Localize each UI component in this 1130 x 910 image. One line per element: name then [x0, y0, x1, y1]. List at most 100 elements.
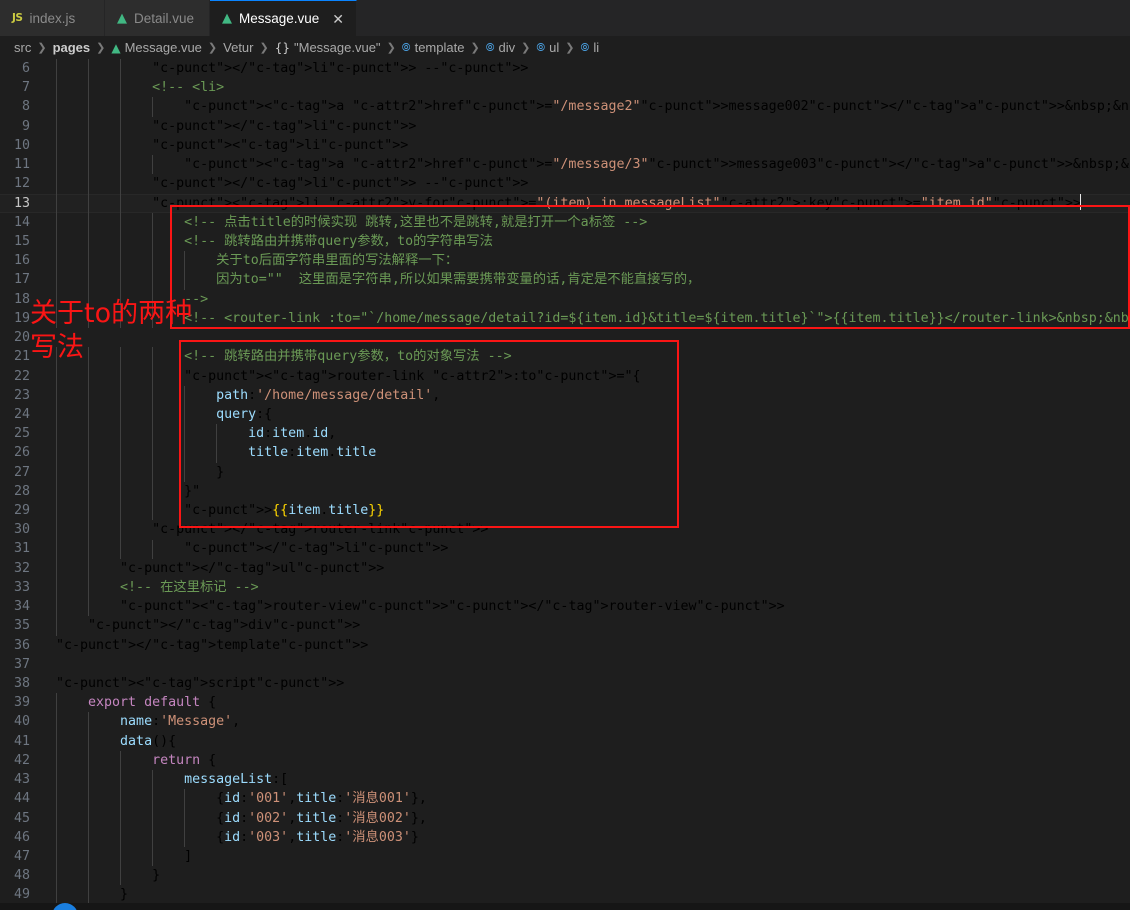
code-line[interactable]: 30 "c-punct"></"c-tag" >router-link "c-pun… — [0, 520, 1130, 539]
line-text: id:item.id, — [248, 426, 337, 442]
code-line[interactable]: 38 "c-punct">< "c-tag" >script "c-punct" >> — [0, 674, 1130, 693]
breadcrumb-label: template — [414, 40, 465, 55]
code-line[interactable]: 8 "c-punct">< "c-tag" >a "c-attr2" >href "c-… — [0, 97, 1130, 116]
code-line[interactable]: 35 "c-punct"></"c-tag" >div "c-punct" >> — [0, 616, 1130, 635]
code-line[interactable]: 31 "c-punct"></"c-tag" >li "c-punct" >> — [0, 539, 1130, 558]
code-line[interactable]: 46 {id:'003',title:'消息003'} — [0, 828, 1130, 847]
code-line[interactable]: 9 "c-punct"></"c-tag" >li "c-punct" >> — [0, 117, 1130, 136]
breadcrumb-item-div[interactable]: ⦾ div — [486, 40, 515, 55]
code-line[interactable]: 10 "c-punct">< "c-tag" >li "c-punct" >> — [0, 136, 1130, 155]
line-text: 关于to后面字符串里面的写法解释一下： — [56, 253, 459, 269]
line-text: name:'Message', — [120, 714, 241, 730]
code-line[interactable]: 26 title:item.title — [0, 443, 1130, 462]
tab-message-vue[interactable]: ▲ Message.vue ✕ — [210, 0, 358, 36]
line-number: 19 — [13, 310, 30, 326]
line-number: 18 — [13, 291, 30, 307]
line-text: "c-punct"></ — [152, 61, 249, 76]
code-line[interactable]: 49 } — [0, 885, 1130, 903]
code-line[interactable]: 20 — [0, 328, 1130, 347]
line-number: 37 — [13, 656, 30, 672]
code-line[interactable]: 36 "c-punct"></"c-tag" >template "c-punct" >… — [0, 636, 1130, 655]
element-icon: ⦾ — [401, 40, 411, 54]
line-text: "c-punct">< — [184, 368, 273, 384]
code-line[interactable]: 41 data(){ — [0, 732, 1130, 751]
breadcrumb-item-src[interactable]: src — [14, 40, 31, 55]
line-number: 48 — [13, 868, 30, 884]
code-line[interactable]: 27 } — [0, 463, 1130, 482]
breadcrumb-label: li — [593, 40, 600, 55]
line-text: --> — [56, 291, 209, 307]
line-number: 41 — [13, 733, 30, 749]
breadcrumb-item-ul[interactable]: ⦾ ul — [536, 40, 559, 55]
line-text: "c-punct">< — [184, 157, 273, 173]
line-number: 43 — [13, 772, 30, 788]
code-line[interactable]: 43 messageList:[ — [0, 770, 1130, 789]
close-icon[interactable]: ✕ — [332, 12, 344, 26]
js-file-icon: JS — [12, 12, 23, 24]
line-text: ] — [56, 848, 193, 864]
line-text: <!-- 跳转路由并携带query参数，to的字符串写法 — [56, 233, 493, 249]
line-number: 14 — [13, 214, 30, 230]
line-number: 21 — [13, 349, 30, 365]
line-text: export default { — [88, 695, 217, 711]
line-number: 23 — [13, 387, 30, 403]
code-line[interactable]: 44 {id:'001',title:'消息001'}, — [0, 789, 1130, 808]
code-line[interactable]: 17 因为to="" 这里面是字符串,所以如果需要携带变量的话,肯定是不能直接写… — [0, 270, 1130, 289]
code-line[interactable]: 24 query:{ — [0, 405, 1130, 424]
line-text: } — [56, 464, 225, 480]
line-number: 10 — [13, 137, 30, 153]
code-line[interactable]: 42 return { — [0, 751, 1130, 770]
line-number: 26 — [13, 445, 30, 461]
code-line[interactable]: 40 name:'Message', — [0, 712, 1130, 731]
code-line[interactable]: 48 } — [0, 866, 1130, 885]
breadcrumb-item-message-vue[interactable]: ▲ Message.vue — [111, 40, 202, 55]
code-line[interactable]: 32 "c-punct"></"c-tag" >ul "c-punct" >> — [0, 559, 1130, 578]
code-line[interactable]: 19 <!-- <router-link :to="`/home/message… — [0, 309, 1130, 328]
code-line[interactable]: 34 "c-punct">< "c-tag" >router-view "c-punc… — [0, 597, 1130, 616]
code-line[interactable]: 25 id:item.id, — [0, 424, 1130, 443]
code-line[interactable]: 7 <!-- <li> — [0, 78, 1130, 97]
code-line[interactable]: 16 关于to后面字符串里面的写法解释一下： — [0, 251, 1130, 270]
code-line[interactable]: 21 <!-- 跳转路由并携带query参数，to的对象写法 --> — [0, 347, 1130, 366]
code-line[interactable]: 14 <!-- 点击title的时候实现 跳转,这里也不是跳转,就是打开一个a标… — [0, 213, 1130, 232]
breadcrumb-item-vetur[interactable]: Vetur — [223, 40, 253, 55]
line-text: {id:'002',title:'消息002'}, — [56, 810, 427, 826]
code-line[interactable]: 33 <!-- 在这里标记 --> — [0, 578, 1130, 597]
tab-label: Message.vue — [239, 11, 320, 26]
code-line[interactable]: 15 <!-- 跳转路由并携带query参数，to的字符串写法 — [0, 232, 1130, 251]
code-line[interactable]: 11 "c-punct">< "c-tag" >a "c-attr2" >href "c… — [0, 155, 1130, 174]
code-editor[interactable]: 6 "c-punct"></"c-tag" >li "c-punct" >> -- "c… — [0, 59, 1130, 903]
tab-index-js[interactable]: JS index.js — [0, 0, 105, 36]
line-number: 33 — [13, 579, 30, 595]
taskbar-app-icon[interactable] — [52, 903, 78, 910]
code-line[interactable]: 6 "c-punct"></"c-tag" >li "c-punct" >> -- "c… — [0, 59, 1130, 78]
line-text: messageList:[ — [184, 772, 289, 788]
code-line[interactable]: 37 — [0, 655, 1130, 674]
breadcrumb-item-li[interactable]: ⦾ li — [581, 40, 600, 55]
line-number: 24 — [13, 406, 30, 422]
code-line[interactable]: 45 {id:'002',title:'消息002'}, — [0, 809, 1130, 828]
tab-detail-vue[interactable]: ▲ Detail.vue — [105, 0, 210, 36]
line-text — [52, 328, 56, 347]
code-line[interactable]: 47 ] — [0, 847, 1130, 866]
breadcrumb-item-template[interactable]: ⦾ template — [402, 40, 465, 55]
breadcrumb-label: src — [14, 40, 32, 55]
line-text: return { — [152, 752, 217, 768]
code-line[interactable]: 12 "c-punct"></"c-tag" >li "c-punct" >> -- "… — [0, 174, 1130, 193]
code-line[interactable]: 39 export default { — [0, 693, 1130, 712]
line-number: 34 — [13, 599, 30, 615]
breadcrumb-item-pages[interactable]: pages — [53, 40, 91, 55]
line-number: 15 — [13, 233, 30, 249]
vue-file-icon: ▲ — [222, 11, 232, 26]
code-line[interactable]: 18 --> — [0, 290, 1130, 309]
line-text: data(){ — [120, 733, 177, 749]
code-line[interactable]: 22 "c-punct">< "c-tag" >router-link "c-att… — [0, 367, 1130, 386]
breadcrumb-separator-icon: ❯ — [521, 42, 531, 54]
breadcrumb-item-message-vue-symbol[interactable]: {} "Message.vue" — [275, 40, 381, 55]
code-lines-container[interactable]: 6 "c-punct"></"c-tag" >li "c-punct" >> -- "c… — [0, 59, 1130, 903]
code-line[interactable]: 29 "c-punct">>{{ item. title }} — [0, 501, 1130, 520]
line-number: 45 — [13, 810, 30, 826]
code-line[interactable]: 28 }" — [0, 482, 1130, 501]
code-line[interactable]: 23 path:'/home/message/detail', — [0, 386, 1130, 405]
code-line[interactable]: 13 "c-punct">< "c-tag" >li "c-attr2" >v-for… — [0, 193, 1130, 213]
